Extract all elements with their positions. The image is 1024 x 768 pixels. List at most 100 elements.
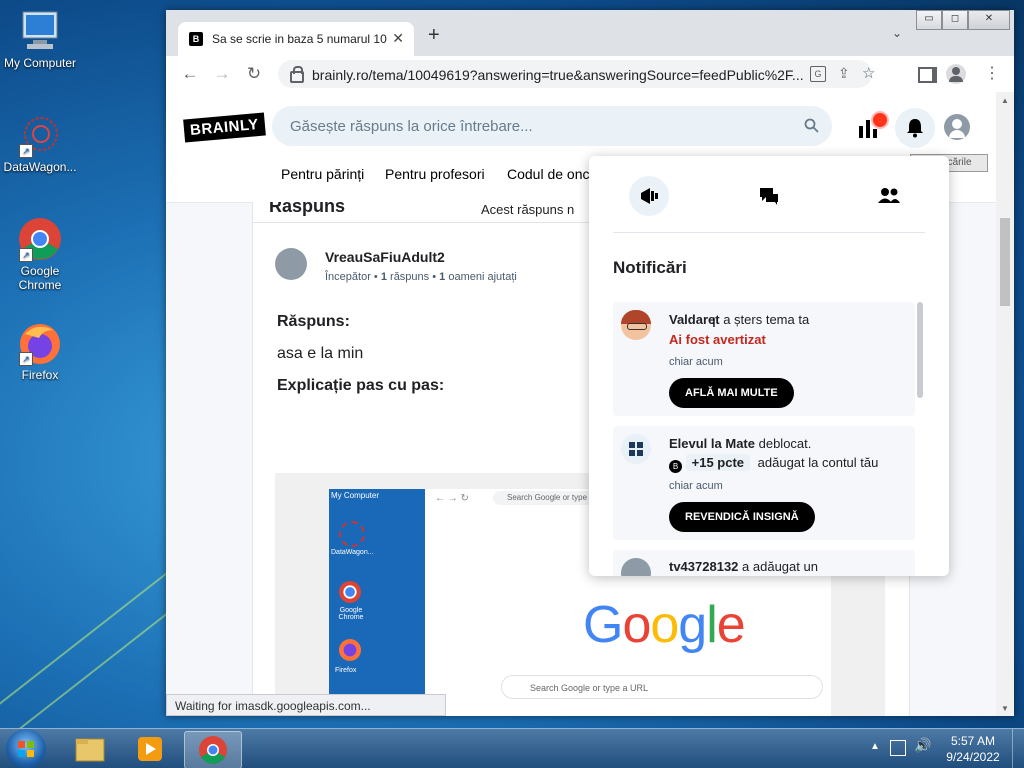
embedded-omnibox: Search Google or type (493, 491, 597, 505)
embedded-firefox-icon (339, 639, 361, 661)
start-button[interactable] (6, 729, 46, 768)
embedded-nav-icons: ← → ↻ (435, 493, 469, 504)
new-tab-button[interactable]: + (428, 24, 440, 47)
nav-link-honor-code[interactable]: Codul de onc (507, 166, 590, 182)
profile-avatar-icon[interactable] (946, 64, 966, 84)
section-title: Răspuns (269, 202, 346, 216)
embedded-label: Firefox (335, 667, 357, 674)
notif-message: deblocat. (758, 436, 812, 451)
learn-more-button[interactable]: AFLĂ MAI MULTE (669, 378, 794, 408)
notification-text: Elevul la Mate deblocat. (669, 436, 811, 451)
user-avatar-icon[interactable] (944, 114, 970, 140)
close-window-button[interactable]: ✕ (968, 10, 1010, 30)
tab-active[interactable]: B Sa se scrie in baza 5 numarul 102 ✕ (178, 22, 414, 56)
chrome-icon: ↗ (17, 216, 63, 262)
notifications-bell-button[interactable] (895, 108, 935, 148)
points-line: B +15 pcte adăugat la contul tău (669, 454, 879, 473)
explanation-heading: Explicație pas cu pas: (277, 377, 445, 394)
side-panel-icon[interactable] (918, 67, 937, 83)
notif-message: a adăugat un (742, 559, 818, 574)
chrome-menu-icon[interactable]: ⋮ (984, 64, 1000, 84)
points-icon: B (669, 460, 682, 473)
calculator-badge-icon (621, 434, 651, 464)
taskbar-chrome-button[interactable] (184, 731, 242, 768)
notification-item[interactable]: Elevul la Mate deblocat. B +15 pcte adău… (613, 426, 915, 540)
taskbar: ▲ 🔊 5:57 AM 9/24/2022 (0, 728, 1024, 768)
share-icon[interactable]: ⇪ (838, 65, 850, 82)
bookmark-star-icon[interactable]: ☆ (862, 64, 875, 82)
answer-heading: Răspuns: (277, 313, 350, 330)
author-name[interactable]: VreauSaFiuAdult2 (325, 249, 445, 265)
helped-count: 1 (439, 271, 446, 283)
clock-time: 5:57 AM (950, 734, 996, 748)
desktop-icon-firefox[interactable]: ↗ Firefox (0, 320, 80, 382)
desktop-icon-my-computer[interactable]: My Computer (0, 8, 80, 70)
address-bar[interactable]: brainly.ro/tema/10049619?answering=true&… (278, 60, 875, 88)
embedded-label: DataWagon... (331, 549, 374, 556)
notif-badge-name: Elevul la Mate (669, 436, 755, 451)
desktop-icon-label: DataWagon... (3, 160, 77, 174)
network-icon[interactable] (890, 740, 906, 756)
back-button[interactable]: ← (178, 62, 202, 86)
embedded-desktop: My Computer DataWagon... Google Chrome F… (329, 489, 425, 716)
forward-button[interactable]: → (210, 62, 234, 86)
show-hidden-icons[interactable]: ▲ (870, 741, 880, 752)
notif-time: chiar acum (669, 356, 723, 368)
taskbar-media-player-button[interactable] (122, 731, 178, 767)
notif-tab-friends[interactable] (869, 176, 909, 216)
search-input[interactable]: Găsește răspuns la orice întrebare... (272, 106, 832, 146)
folder-icon (75, 738, 105, 762)
desktop-icon-chrome[interactable]: ↗ Google Chrome (0, 216, 80, 292)
notification-dot (871, 111, 889, 129)
page-scrollbar[interactable]: ▲ ▼ (996, 92, 1014, 716)
answer-body: asa e la min (277, 345, 364, 362)
notification-item[interactable]: Valdaret a șters tema ta Ai fost avertiz… (613, 302, 915, 416)
tab-close-icon[interactable]: ✕ (392, 30, 404, 47)
nav-link-parents[interactable]: Pentru părinți (281, 166, 364, 182)
show-desktop-button[interactable] (1012, 729, 1024, 768)
datawagon-icon: ↗ (17, 112, 63, 158)
taskbar-explorer-button[interactable] (62, 731, 118, 767)
bell-icon (907, 119, 923, 138)
helped-label: oameni ajutați (448, 271, 517, 283)
scrollbar-thumb[interactable] (1000, 218, 1010, 306)
clock[interactable]: 5:57 AM 9/24/2022 (940, 733, 1006, 765)
minimize-button[interactable]: ▭ (916, 10, 942, 30)
desktop-icon-datawagon[interactable]: ↗ DataWagon... (0, 112, 80, 174)
notif-user[interactable]: tv43728132 (669, 559, 738, 574)
points-text: adăugat la contul tău (757, 455, 879, 470)
users-icon (878, 188, 900, 203)
translate-icon[interactable]: G (810, 66, 826, 82)
desktop-icon-label: Firefox (21, 368, 59, 382)
embedded-search-box: Search Google or type a URL (501, 675, 823, 699)
embedded-datawagon-icon (339, 521, 365, 547)
claim-badge-button[interactable]: REVENDICĂ INSIGNĂ (669, 502, 815, 532)
notif-scrollbar[interactable] (917, 302, 923, 398)
notification-item[interactable]: tv43728132 a adăugat un (613, 550, 915, 576)
embedded-label: My Computer (331, 491, 380, 500)
notif-tab-messages[interactable] (749, 176, 789, 216)
notif-message: a șters tema ta (723, 312, 810, 327)
author-avatar[interactable] (275, 248, 307, 280)
reload-button[interactable]: ↻ (242, 62, 266, 86)
answers-label: răspuns (390, 271, 430, 283)
shortcut-arrow-icon: ↗ (19, 352, 33, 366)
nav-link-teachers[interactable]: Pentru profesori (385, 166, 485, 182)
browser-toolbar: ← → ↻ brainly.ro/tema/10049619?answering… (166, 56, 1014, 92)
volume-icon[interactable]: 🔊 (914, 737, 931, 754)
chat-bubbles-icon (760, 188, 778, 205)
user-avatar (621, 558, 651, 576)
firefox-icon: ↗ (17, 320, 63, 366)
notifications-panel: Notificări Valdaret a șters tema ta Ai f… (589, 156, 949, 576)
brainly-logo[interactable]: BRAINLY (183, 112, 266, 143)
search-icon[interactable] (804, 118, 820, 134)
scroll-up-icon[interactable]: ▲ (1001, 96, 1009, 105)
maximize-button[interactable]: ◻ (942, 10, 968, 30)
author-rank: Începător (325, 271, 371, 283)
scroll-down-icon[interactable]: ▼ (1001, 704, 1009, 713)
megaphone-icon (641, 188, 658, 204)
points-value: +15 pcte (685, 454, 751, 471)
embedded-google-logo: Google (583, 596, 746, 654)
notif-tab-activity[interactable] (629, 176, 669, 216)
tab-search-chevron-icon[interactable]: ⌄ (892, 26, 902, 40)
